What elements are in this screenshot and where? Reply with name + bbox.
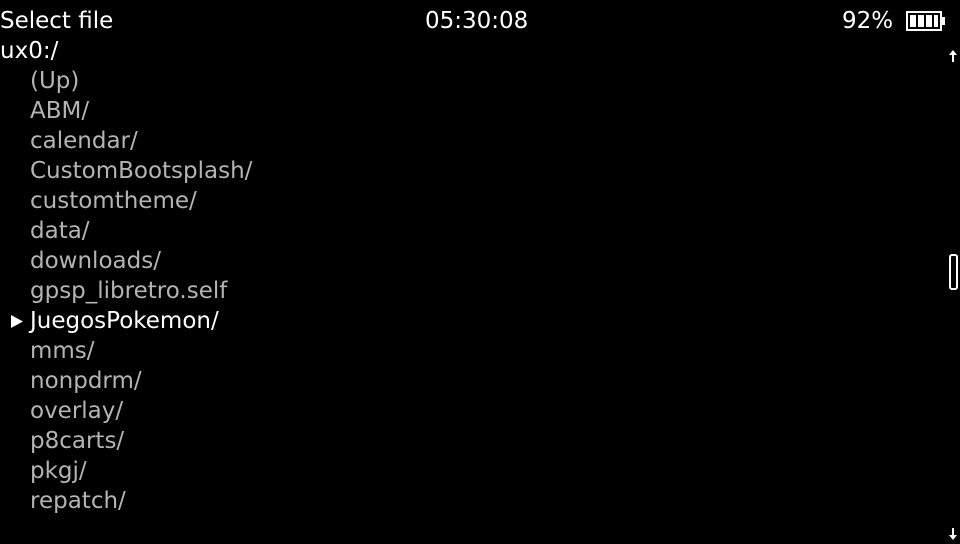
- list-item-label: data/: [30, 218, 90, 244]
- current-path: ux0:/: [0, 38, 59, 64]
- window-title: Select file: [0, 8, 114, 34]
- list-item-label: nonpdrm/: [30, 368, 142, 394]
- list-item-label: downloads/: [30, 248, 161, 274]
- list-item-selected[interactable]: JuegosPokemon/: [0, 307, 930, 337]
- list-item[interactable]: nonpdrm/: [0, 367, 930, 397]
- list-item[interactable]: gpsp_libretro.self: [0, 277, 930, 307]
- list-item-label: calendar/: [30, 128, 138, 154]
- list-item-label: p8carts/: [30, 428, 125, 454]
- list-item[interactable]: data/: [0, 217, 930, 247]
- list-item[interactable]: customtheme/: [0, 187, 930, 217]
- scroll-thumb[interactable]: [949, 254, 958, 290]
- list-item-label: ABM/: [30, 98, 90, 124]
- list-item[interactable]: downloads/: [0, 247, 930, 277]
- scrollbar[interactable]: [946, 44, 960, 544]
- clock: 05:30:08: [425, 8, 529, 34]
- list-item[interactable]: repatch/: [0, 487, 930, 517]
- list-item-label: overlay/: [30, 398, 124, 424]
- list-item-label: CustomBootsplash/: [30, 158, 253, 184]
- arrow-down-icon[interactable]: [949, 528, 957, 540]
- list-item[interactable]: ABM/: [0, 97, 930, 127]
- list-item[interactable]: calendar/: [0, 127, 930, 157]
- file-list: (Up) ABM/calendar/CustomBootsplash/custom…: [0, 67, 930, 517]
- list-item[interactable]: mms/: [0, 337, 930, 367]
- triangle-right-icon: [11, 315, 23, 328]
- list-item-label: JuegosPokemon/: [30, 308, 219, 334]
- list-item-label: customtheme/: [30, 188, 197, 214]
- list-item-label: gpsp_libretro.self: [30, 278, 228, 304]
- list-item[interactable]: overlay/: [0, 397, 930, 427]
- list-item-label: (Up): [30, 68, 80, 94]
- list-item[interactable]: (Up): [0, 67, 930, 97]
- arrow-up-icon[interactable]: [949, 50, 957, 62]
- list-item-label: pkgj/: [30, 458, 87, 484]
- list-item[interactable]: p8carts/: [0, 427, 930, 457]
- battery-percent: 92%: [842, 8, 894, 34]
- list-item[interactable]: pkgj/: [0, 457, 930, 487]
- list-item-label: repatch/: [30, 488, 126, 514]
- list-item-label: mms/: [30, 338, 95, 364]
- list-item[interactable]: CustomBootsplash/: [0, 157, 930, 187]
- battery-icon: [906, 11, 945, 31]
